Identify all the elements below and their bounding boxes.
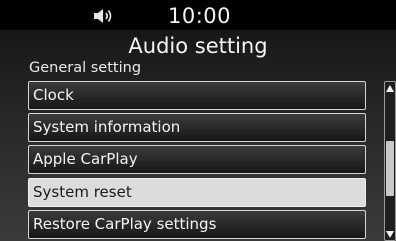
settings-list: Clock System information Apple CarPlay S… <box>28 81 368 241</box>
scroll-track[interactable] <box>385 96 395 228</box>
scroll-thumb[interactable] <box>386 141 394 196</box>
clock-time: 10:00 <box>168 4 232 28</box>
display-screen: 10:00 Audio setting General setting Cloc… <box>0 0 396 241</box>
scroll-down-arrow-icon[interactable] <box>386 231 394 238</box>
status-bar: 10:00 <box>0 0 396 30</box>
menu-item-restore-carplay-settings[interactable]: Restore CarPlay settings <box>28 210 366 239</box>
section-heading: General setting <box>29 60 142 76</box>
menu-item-system-reset[interactable]: System reset <box>28 178 366 207</box>
menu-item-apple-carplay[interactable]: Apple CarPlay <box>28 145 366 174</box>
menu-item-system-information[interactable]: System information <box>28 113 366 142</box>
scroll-up-arrow-icon[interactable] <box>386 85 394 92</box>
menu-item-clock[interactable]: Clock <box>28 81 366 110</box>
scrollbar[interactable] <box>384 81 396 241</box>
speaker-volume-icon <box>94 9 112 23</box>
page-title: Audio setting <box>128 34 268 58</box>
